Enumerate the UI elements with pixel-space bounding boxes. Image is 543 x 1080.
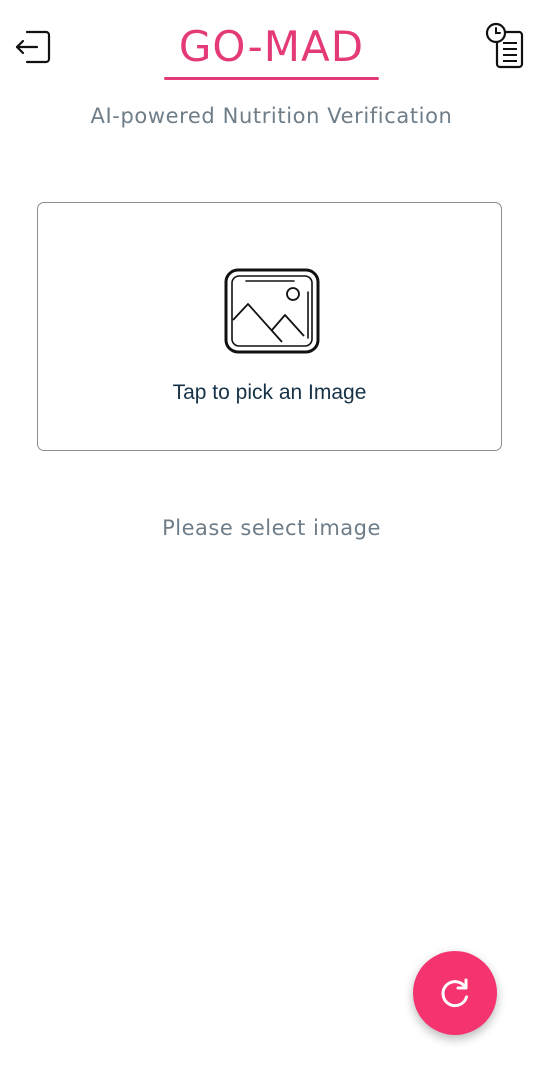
- app-screen: GO-MAD AI-powered Nutrition Verification…: [0, 0, 543, 1080]
- refresh-button[interactable]: [413, 951, 497, 1035]
- history-button[interactable]: [483, 22, 529, 72]
- refresh-icon: [441, 978, 468, 1008]
- history-icon: [485, 22, 524, 69]
- logo-underline: [164, 77, 379, 80]
- app-logo: GO-MAD: [178, 22, 365, 71]
- app-subtitle: AI-powered Nutrition Verification: [90, 104, 453, 128]
- status-text: Please select image: [162, 516, 381, 540]
- image-picker[interactable]: Tap to pick an Image: [37, 202, 502, 451]
- image-placeholder-icon: [224, 268, 320, 354]
- image-picker-label: Tap to pick an Image: [172, 381, 367, 404]
